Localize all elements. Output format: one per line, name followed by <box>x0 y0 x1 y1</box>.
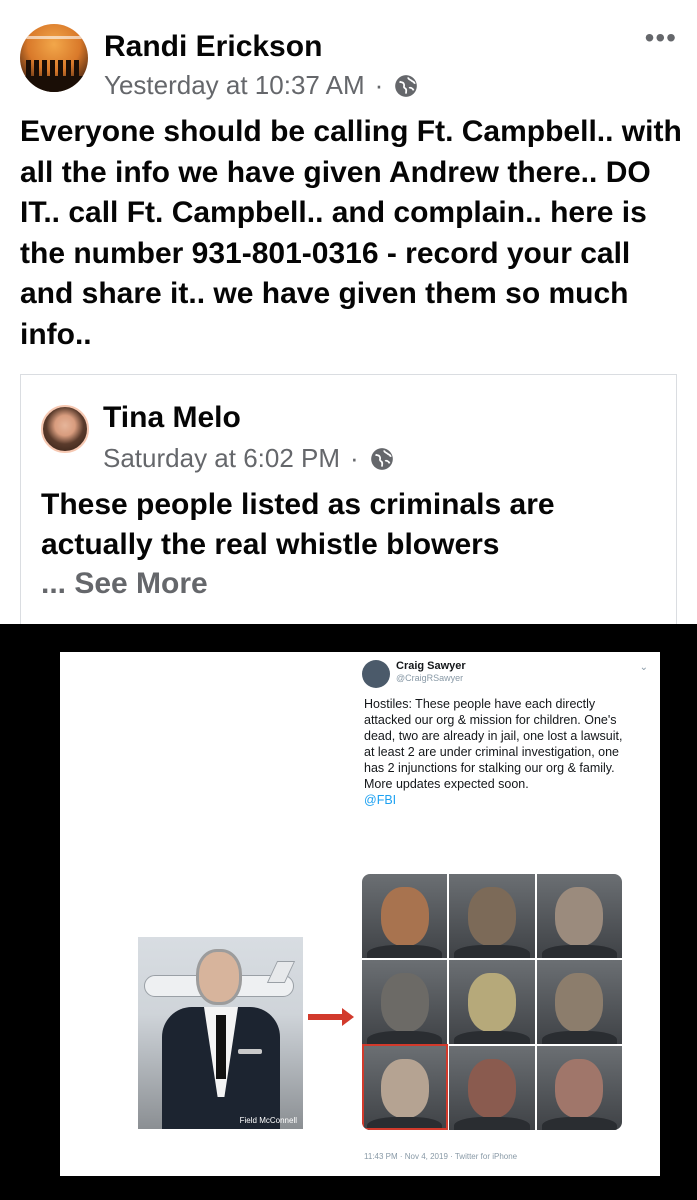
pilot-tie <box>216 1015 226 1079</box>
post-image[interactable]: Field McConnell Craig Sawyer @CraigRSawy… <box>0 624 697 1200</box>
red-arrow-icon <box>342 1008 354 1026</box>
shared-author-avatar[interactable] <box>41 405 89 453</box>
tweet-text: Hostiles: These people have each directl… <box>364 696 634 808</box>
globe-icon <box>395 74 418 97</box>
mugshot-photo <box>449 1046 535 1130</box>
tweet-handle: @CraigRSawyer <box>396 673 464 683</box>
globe-icon <box>370 447 393 470</box>
mugshot-photo <box>536 960 622 1044</box>
pilot-photo: Field McConnell <box>138 937 303 1129</box>
author-avatar[interactable] <box>20 24 88 92</box>
tweet-avatar <box>362 660 390 688</box>
avatar-banner <box>26 36 82 39</box>
photo-caption: Field McConnell <box>239 1116 297 1125</box>
mugshot-photo <box>362 960 448 1044</box>
author-name[interactable]: Randi Erickson <box>104 30 322 64</box>
shared-post-text: These people listed as criminals are act… <box>41 488 555 561</box>
shared-author-name[interactable]: Tina Melo <box>103 401 241 435</box>
mugshot-photo <box>536 1046 622 1130</box>
shared-meta-separator: · <box>350 443 359 473</box>
avatar-ground <box>20 76 88 92</box>
embedded-tweet: Craig Sawyer @CraigRSawyer ⌄ Hostiles: T… <box>354 652 654 1176</box>
tweet-footer: 11:43 PM · Nov 4, 2019 · Twitter for iPh… <box>364 1152 518 1161</box>
facebook-post: Randi Erickson Yesterday at 10:37 AM · •… <box>0 0 697 1200</box>
meta-separator: · <box>374 70 384 100</box>
shared-post-card[interactable]: Tina Melo Saturday at 6:02 PM · These pe… <box>20 374 677 634</box>
red-highlight-box <box>362 1044 448 1130</box>
mugshot-photo <box>449 874 535 958</box>
mugshot-photo <box>362 874 448 958</box>
image-content: Field McConnell Craig Sawyer @CraigRSawy… <box>60 652 660 1176</box>
tweet-body: Hostiles: These people have each directl… <box>364 697 623 791</box>
post-timestamp[interactable]: Yesterday at 10:37 AM <box>104 70 365 101</box>
tweet-mention: @FBI <box>364 793 397 807</box>
shared-post-meta: Saturday at 6:02 PM · <box>103 443 395 474</box>
pilot-wings-badge <box>238 1049 262 1054</box>
more-options-button[interactable]: ••• <box>645 24 677 52</box>
pilot-head <box>196 949 242 1005</box>
see-more-link[interactable]: ... See More <box>41 567 208 601</box>
mugshot-grid <box>362 874 622 1130</box>
mugshot-photo <box>449 960 535 1044</box>
chevron-down-icon: ⌄ <box>639 662 648 673</box>
post-text: Everyone should be calling Ft. Campbell.… <box>20 115 682 351</box>
shared-post-timestamp[interactable]: Saturday at 6:02 PM <box>103 443 340 474</box>
tweet-author-name: Craig Sawyer <box>396 660 466 672</box>
mugshot-photo <box>536 874 622 958</box>
post-meta: Yesterday at 10:37 AM · <box>104 70 419 101</box>
